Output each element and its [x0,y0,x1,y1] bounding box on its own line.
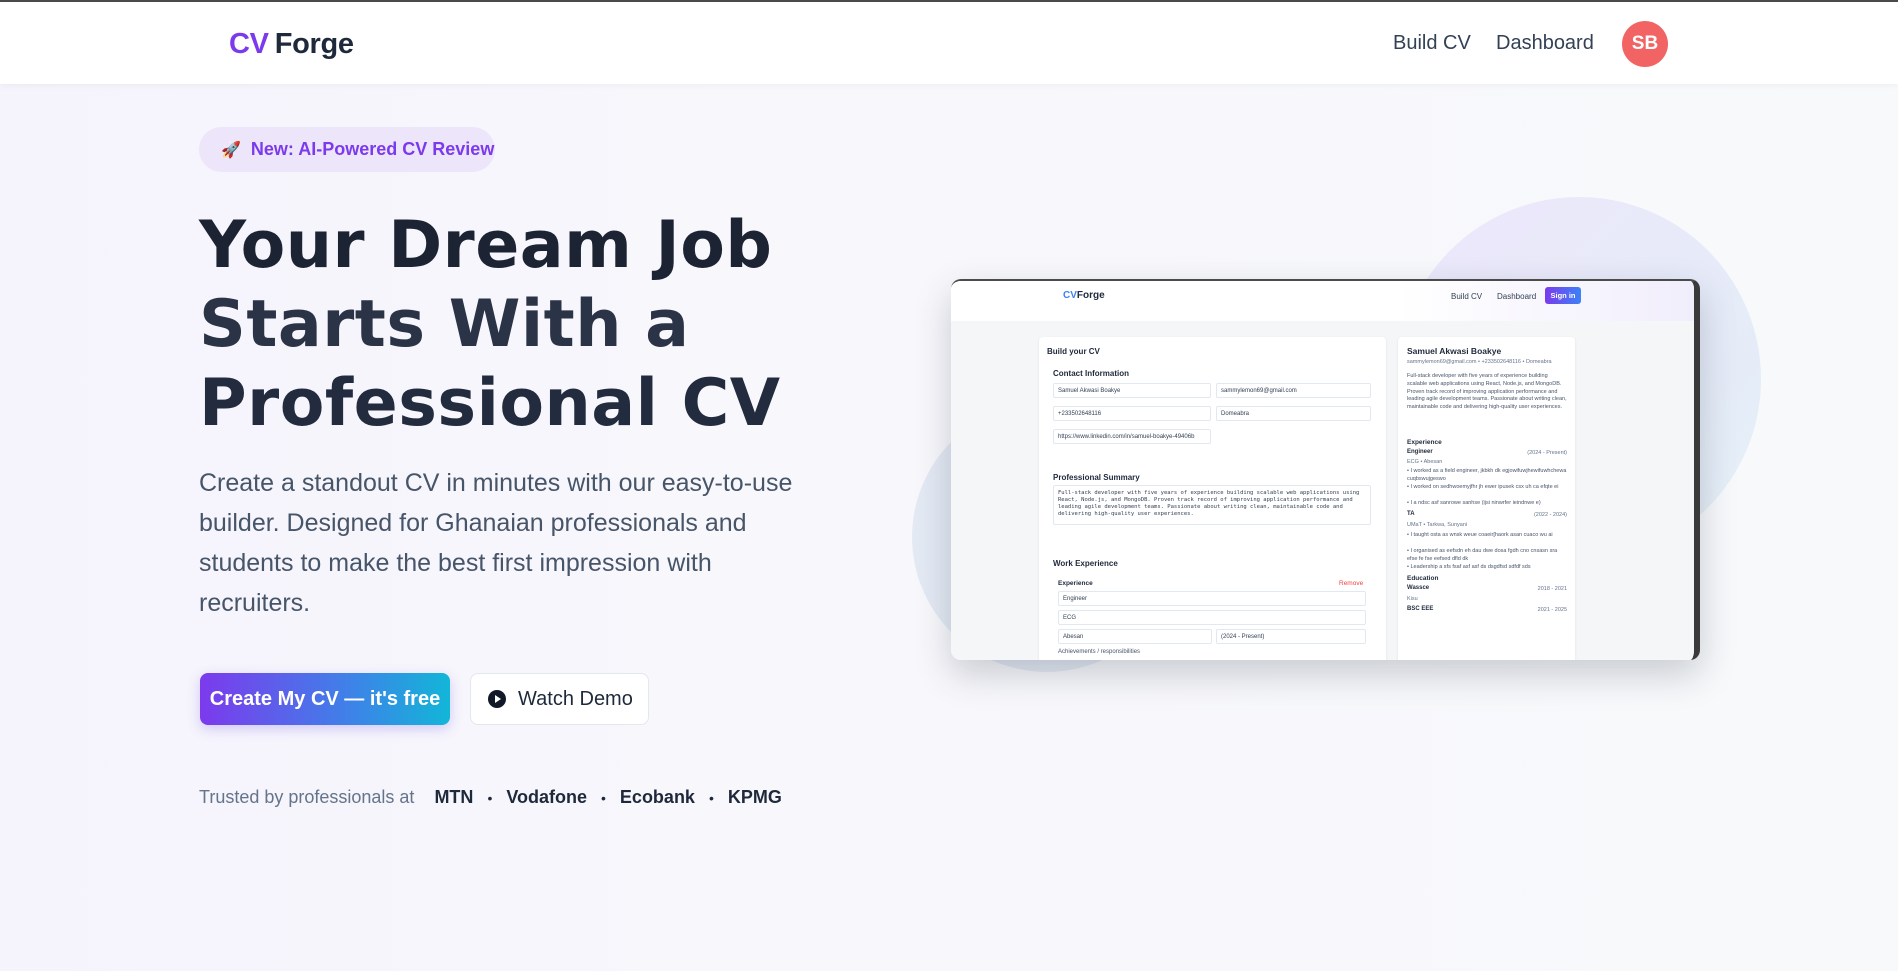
hero-title: Your Dream Job Starts With a Professiona… [199,206,839,443]
app-preview-screenshot: CVForge Build CV Dashboard Sign in Build… [951,279,1700,660]
preview-work-heading: Work Experience [1053,559,1118,568]
preview-company-field: ECG [1058,610,1366,625]
preview-cv-job2-bullet: • I taught osta as wnsk weue coaeir[haor… [1407,532,1553,538]
trusted-label: Trusted by professionals at [199,787,415,807]
company-ecobank: Ecobank [619,787,695,807]
site-header: CV Forge Build CV Dashboard SB [0,2,1898,84]
preview-cv-edu1-dates: 2018 - 2021 [1537,586,1567,592]
preview-job-title-field: Engineer [1058,591,1366,606]
trusted-by: Trusted by professionals at MTN • Vodafo… [199,787,782,808]
preview-cv-contact: sammylemon69@gmail.com • +233502648116 •… [1407,359,1552,365]
preview-form-card: Build your CV Contact Information Samuel… [1039,337,1386,660]
announcement-badge[interactable]: 🚀 New: AI-Powered CV Review [199,127,495,172]
separator-dot: • [708,789,714,806]
preview-cv-summary: Full-stack developer with five years of … [1407,373,1567,411]
preview-cv-education-heading: Education [1407,575,1439,582]
preview-email-field: sammylemon69@gmail.com [1216,383,1371,398]
preview-name-field: Samuel Akwasi Boakye [1053,383,1211,398]
preview-cv-job2-dates: (2022 - 2024) [1533,512,1567,518]
preview-cv-job1-dates: (2024 - Present) [1527,450,1567,456]
nav-dashboard[interactable]: Dashboard [1496,32,1594,55]
preview-summary-heading: Professional Summary [1053,473,1140,482]
user-avatar[interactable]: SB [1622,21,1668,67]
preview-remove-link: Remove [1339,580,1364,587]
preview-cv-edu1-school: Wassce [1407,585,1430,591]
preview-job-dates-field: (2024 - Present) [1216,629,1366,644]
preview-cv-edu2-school: BSC EEE [1407,606,1434,612]
preview-cv-job2-title: TA [1407,511,1415,517]
preview-cv-job1-bullet: • I worked on sedhwoemyjfhr jh ewer ipus… [1407,484,1559,490]
badge-text: New: AI-Powered CV Review [250,139,495,159]
preview-body: Build your CV Contact Information Samuel… [951,321,1694,660]
nav-build-cv[interactable]: Build CV [1393,32,1471,55]
company-vodafone: Vodafone [506,787,588,807]
preview-cv-job2-company: UMaT • Tarkwa, Sunyani [1407,522,1468,528]
play-icon [488,690,506,708]
separator-dot: • [487,789,493,806]
preview-cv-job2-bullet: • Leadership a sfs fsaf asf asf ds dsgdf… [1407,564,1531,570]
logo[interactable]: CV Forge [229,28,354,61]
preview-cv-edu2-dates: 2021 - 2025 [1537,607,1567,613]
company-kpmg: KPMG [727,787,782,807]
preview-nav: CVForge Build CV Dashboard Sign in [951,281,1694,321]
preview-cv-name: Samuel Akwasi Boakye [1407,346,1502,356]
hero-description: Create a standout CV in minutes with our… [199,469,793,617]
preview-cv-job2-bullet: • I organised as eefsdn eh dau dwe dosa … [1407,548,1558,562]
preview-job-location-field: Abesan [1058,629,1212,644]
preview-form-title: Build your CV [1047,347,1100,356]
preview-linkedin-field: https://www.linkedin.com/in/samuel-boaky… [1053,429,1211,444]
separator-dot: • [601,789,606,806]
preview-cv-job1-bullet: • I a ndsc asf sanrowe sanhse (ijsi ninw… [1407,500,1541,506]
preview-nav-dashboard: Dashboard [1497,292,1537,301]
rocket-icon: 🚀 [221,141,241,159]
watch-demo-label: Watch Demo [518,687,633,710]
preview-achievements-label: Achievements / responsibilities [1058,649,1141,655]
preview-phone-field: +233502648116 [1053,406,1211,421]
create-cv-button[interactable]: Create My CV — it's free [200,673,450,725]
preview-experience-label: Experience [1058,580,1093,587]
preview-cv-job1-bullet: • I worked as a field engineer, jkbkh dk… [1407,468,1567,482]
preview-cv-job1-title: Engineer [1407,449,1433,455]
hero-title-line-1: Your Dream Job [199,208,773,283]
preview-nav-build-cv: Build CV [1451,292,1483,301]
preview-summary-field: Full-stack developer with five years of … [1053,485,1371,525]
preview-cv-edu1-location: Kisu [1407,596,1418,602]
hero-title-line-2: Starts With a [199,287,690,362]
preview-sign-in-button: Sign in [1545,287,1581,304]
logo-forge: Forge [274,28,354,60]
watch-demo-button[interactable]: Watch Demo [470,673,649,725]
preview-cv-experience-heading: Experience [1407,439,1442,446]
preview-cv-document: Samuel Akwasi Boakye sammylemon69@gmail.… [1398,337,1575,660]
preview-cv-job1-company: ECG • Abesan [1407,459,1443,465]
preview-logo: CVForge [1063,290,1105,301]
hero-title-line-3: Professional CV [199,366,781,441]
preview-location-field: Domeabra [1216,406,1371,421]
company-mtn: MTN [434,787,474,807]
preview-contact-heading: Contact Information [1053,369,1129,378]
logo-cv: CV [229,28,269,60]
